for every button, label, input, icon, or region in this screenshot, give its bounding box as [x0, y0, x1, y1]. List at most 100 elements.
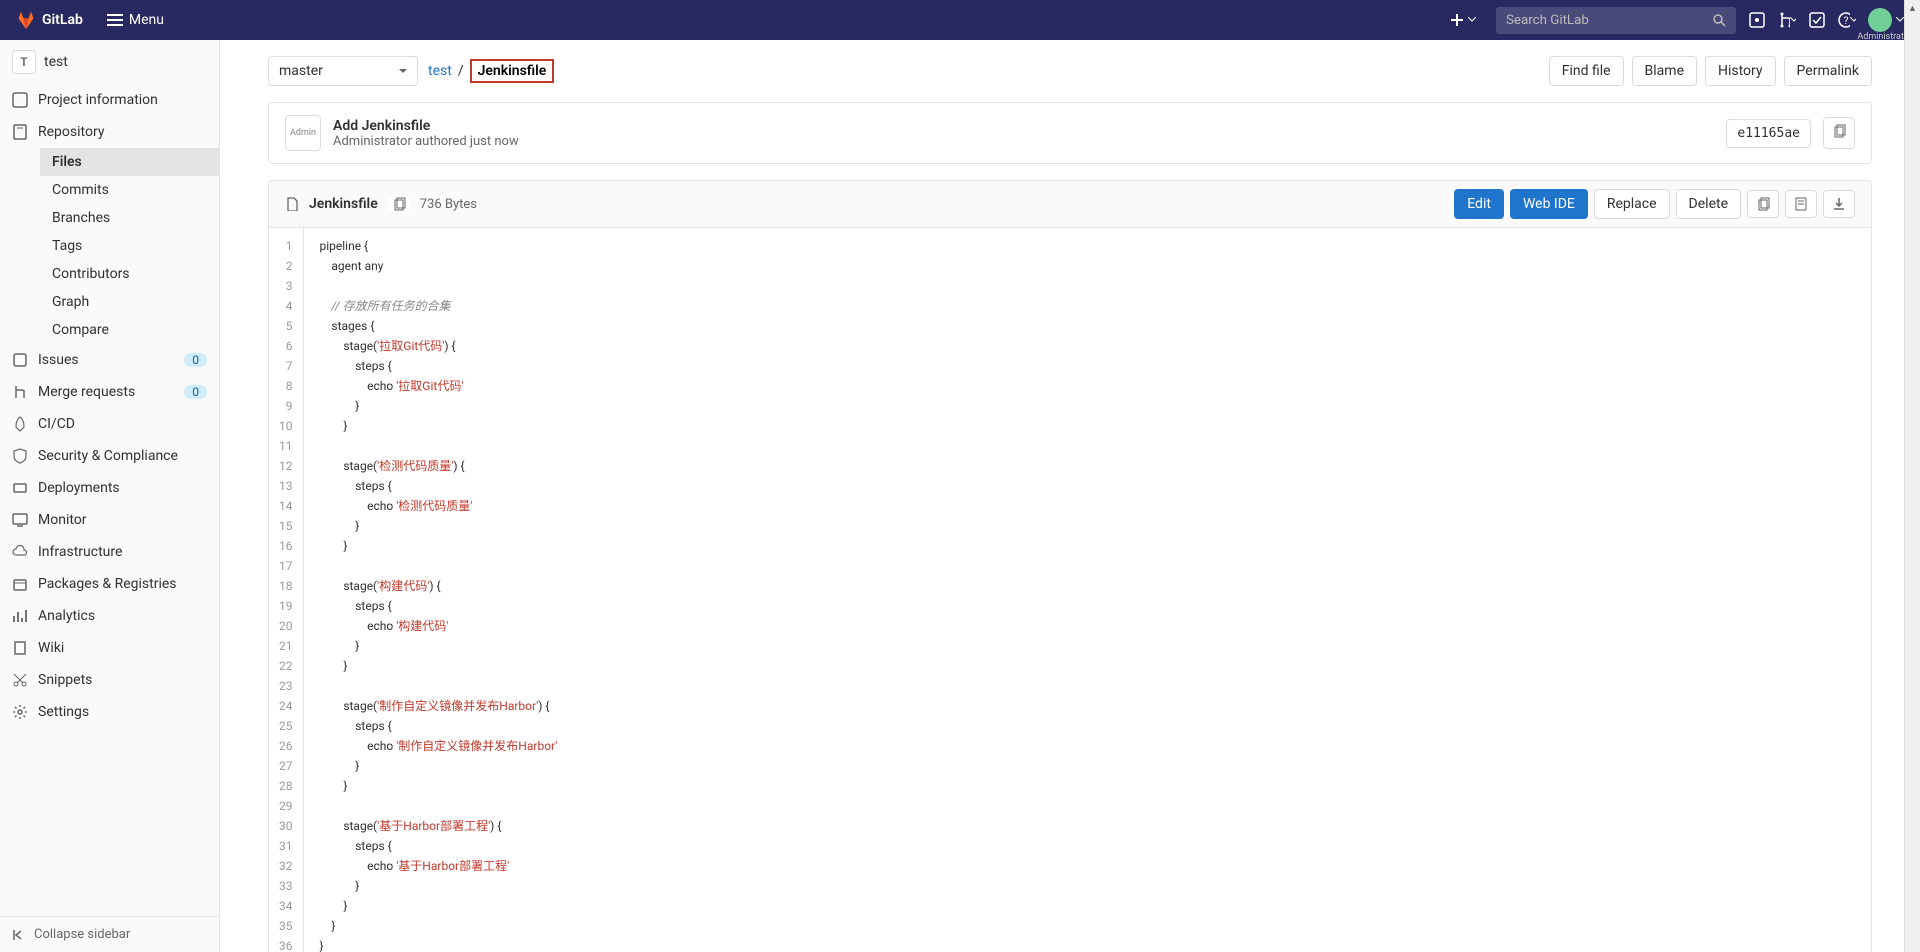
user-menu[interactable]: Administrator	[1868, 8, 1904, 32]
analytics-icon	[12, 608, 28, 624]
scroll-up-arrow[interactable]: ▲	[1905, 0, 1920, 16]
line-numbers: 1234567891011121314151617181920212223242…	[269, 228, 304, 952]
package-icon	[12, 576, 28, 592]
sidebar-item-label: Snippets	[38, 672, 92, 688]
issues-badge: 0	[184, 353, 207, 367]
sidebar-item-analytics[interactable]: Analytics	[0, 600, 219, 632]
sidebar-item-cicd[interactable]: CI/CD	[0, 408, 219, 440]
sidebar-item-wiki[interactable]: Wiki	[0, 632, 219, 664]
collapse-icon	[12, 928, 26, 942]
breadcrumb-root[interactable]: test	[428, 63, 452, 79]
chevron-down-icon	[1790, 17, 1796, 23]
sidebar-item-commits[interactable]: Commits	[40, 176, 219, 204]
search-input[interactable]	[1506, 13, 1712, 28]
sidebar-item-files[interactable]: Files	[40, 148, 219, 176]
breadcrumb-separator: /	[458, 63, 464, 79]
sidebar-item-deployments[interactable]: Deployments	[0, 472, 219, 504]
topbar: GitLab Menu ? Administrator	[0, 0, 1920, 40]
sidebar: T test Project information Repository Fi…	[0, 40, 220, 952]
plus-icon	[1450, 13, 1464, 27]
merge-icon	[12, 384, 28, 400]
sidebar-item-graph[interactable]: Graph	[40, 288, 219, 316]
breadcrumb: test / Jenkinsfile	[428, 59, 554, 83]
sidebar-item-tags[interactable]: Tags	[40, 232, 219, 260]
sidebar-item-label: Commits	[52, 182, 109, 198]
code-content: pipeline { agent any // 存放所有任务的合集 stages…	[304, 228, 1872, 952]
sidebar-item-label: Deployments	[38, 480, 120, 496]
history-button[interactable]: History	[1705, 56, 1776, 86]
chevron-down-icon	[1468, 17, 1476, 23]
collapse-sidebar-button[interactable]: Collapse sidebar	[0, 916, 219, 952]
download-icon	[1832, 197, 1846, 211]
copy-contents-button[interactable]	[1747, 190, 1779, 218]
commit-title[interactable]: Add Jenkinsfile	[333, 118, 1714, 134]
merge-requests-shortcut-icon[interactable]	[1778, 11, 1796, 29]
cloud-icon	[12, 544, 28, 560]
project-name: test	[44, 54, 68, 70]
sidebar-item-settings[interactable]: Settings	[0, 696, 219, 728]
blame-button[interactable]: Blame	[1632, 56, 1697, 86]
find-file-button[interactable]: Find file	[1549, 56, 1624, 86]
sidebar-item-repository[interactable]: Repository	[0, 116, 219, 148]
sidebar-item-branches[interactable]: Branches	[40, 204, 219, 232]
replace-button[interactable]: Replace	[1594, 189, 1670, 219]
delete-button[interactable]: Delete	[1676, 189, 1741, 219]
sidebar-item-label: Branches	[52, 210, 110, 226]
file-icon	[285, 197, 299, 211]
search-box[interactable]	[1496, 7, 1736, 34]
sidebar-item-contributors[interactable]: Contributors	[40, 260, 219, 288]
commit-author[interactable]: Administrator	[333, 134, 412, 149]
copy-filepath-button[interactable]	[388, 197, 410, 211]
sidebar-item-label: Graph	[52, 294, 89, 310]
menu-button[interactable]: Menu	[107, 12, 164, 28]
web-ide-button[interactable]: Web IDE	[1510, 189, 1588, 219]
download-button[interactable]	[1823, 190, 1855, 218]
sidebar-item-label: Compare	[52, 322, 109, 338]
sidebar-item-snippets[interactable]: Snippets	[0, 664, 219, 696]
sidebar-item-label: Merge requests	[38, 384, 135, 400]
document-icon	[1794, 197, 1808, 211]
sidebar-item-label: Contributors	[52, 266, 130, 282]
gear-icon	[12, 704, 28, 720]
copy-sha-button[interactable]	[1823, 117, 1855, 149]
sidebar-item-merge-requests[interactable]: Merge requests 0	[0, 376, 219, 408]
chevron-down-icon	[1896, 17, 1904, 23]
sidebar-item-monitor[interactable]: Monitor	[0, 504, 219, 536]
commit-meta: Administrator authored just now	[333, 134, 1714, 149]
raw-button[interactable]	[1785, 190, 1817, 218]
menu-label: Menu	[129, 12, 164, 28]
copy-icon	[1832, 124, 1846, 138]
file-header: Jenkinsfile 736 Bytes Edit Web IDE Repla…	[268, 180, 1872, 228]
sidebar-item-label: Files	[52, 154, 82, 170]
shield-icon	[12, 448, 28, 464]
create-new-button[interactable]	[1442, 9, 1484, 31]
branch-selector[interactable]: master	[268, 56, 418, 86]
svg-text:?: ?	[1844, 16, 1849, 27]
sidebar-item-issues[interactable]: Issues 0	[0, 344, 219, 376]
issues-shortcut-icon[interactable]	[1748, 11, 1766, 29]
sidebar-item-label: Project information	[38, 92, 158, 108]
file-name: Jenkinsfile	[309, 196, 378, 212]
branch-name: master	[279, 63, 323, 79]
sidebar-item-compare[interactable]: Compare	[40, 316, 219, 344]
todos-icon[interactable]	[1808, 11, 1826, 29]
copy-icon	[392, 197, 406, 211]
scrollbar[interactable]: ▲	[1904, 0, 1920, 952]
scissors-icon	[12, 672, 28, 688]
sidebar-item-security[interactable]: Security & Compliance	[0, 440, 219, 472]
edit-button[interactable]: Edit	[1454, 189, 1504, 219]
tanuki-icon	[16, 10, 36, 30]
gitlab-logo[interactable]: GitLab	[16, 10, 83, 30]
file-path-row: master test / Jenkinsfile Find file Blam…	[268, 56, 1872, 86]
last-commit: Admin Add Jenkinsfile Administrator auth…	[268, 102, 1872, 164]
sidebar-item-packages[interactable]: Packages & Registries	[0, 568, 219, 600]
help-icon[interactable]: ?	[1838, 11, 1856, 29]
permalink-button[interactable]: Permalink	[1784, 56, 1872, 86]
sidebar-item-label: Packages & Registries	[38, 576, 177, 592]
sidebar-item-project-information[interactable]: Project information	[0, 84, 219, 116]
monitor-icon	[12, 512, 28, 528]
collapse-label: Collapse sidebar	[34, 927, 130, 942]
commit-sha[interactable]: e11165ae	[1726, 119, 1811, 148]
sidebar-item-infrastructure[interactable]: Infrastructure	[0, 536, 219, 568]
project-header[interactable]: T test	[0, 40, 219, 84]
